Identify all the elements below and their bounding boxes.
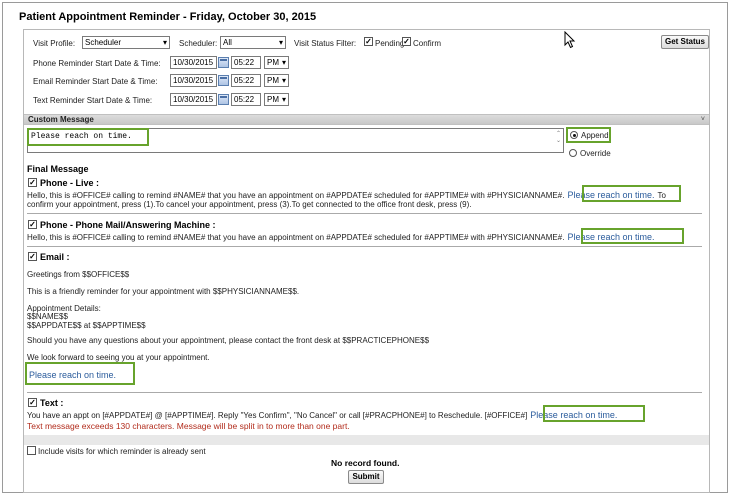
mouse-cursor-icon: [564, 31, 576, 49]
email-ampm-value: PM: [267, 76, 279, 85]
email-checkbox[interactable]: ✓: [28, 252, 37, 261]
pending-checkbox[interactable]: ✓: [364, 37, 373, 46]
phone-mail-label: Phone - Phone Mail/Answering Machine :: [40, 220, 216, 230]
email-reminder: This is a friendly reminder for your app…: [27, 287, 300, 296]
text-message-text: You have an appt on [#APPDATE#] @ [#APPT…: [27, 411, 528, 420]
phone-ampm-value: PM: [267, 58, 279, 67]
override-radio[interactable]: [569, 149, 577, 157]
scheduler-label: Scheduler:: [179, 39, 218, 48]
scheduler-select[interactable]: All ▾: [220, 36, 286, 49]
append-radio[interactable]: [570, 131, 578, 139]
email-label: Email :: [40, 252, 70, 262]
divider: [27, 246, 702, 247]
divider: [27, 213, 702, 214]
no-record-message: No record found.: [331, 458, 400, 468]
get-status-button[interactable]: Get Status: [661, 35, 709, 49]
include-sent-label: Include visits for which reminder is alr…: [38, 447, 206, 456]
chevron-down-icon: ▾: [278, 38, 283, 47]
textarea-scroll-icon[interactable]: ⌃ ⌄: [556, 131, 561, 145]
phone-live-highlight: [582, 185, 681, 202]
pending-label: Pending: [375, 39, 405, 48]
text-highlight: [543, 405, 645, 422]
phone-live-checkbox[interactable]: ✓: [28, 178, 37, 187]
chevron-down-icon: ▾: [281, 95, 286, 104]
calendar-icon[interactable]: [218, 57, 229, 68]
text-ampm-value: PM: [267, 95, 279, 104]
phone-mail-highlight: [581, 228, 684, 244]
email-highlight: [25, 362, 135, 385]
include-sent-checkbox[interactable]: [27, 446, 36, 455]
text-start-time-input[interactable]: 05:22: [231, 93, 261, 106]
chevron-down-icon: ▾: [162, 38, 167, 47]
chevron-down-icon: ▾: [281, 76, 286, 85]
phone-mail-text: Hello, this is #OFFICE# calling to remin…: [27, 233, 565, 242]
email-start-label: Email Reminder Start Date & Time:: [33, 77, 158, 86]
divider: [27, 392, 702, 393]
email-start-time-input[interactable]: 05:22: [231, 74, 261, 87]
text-warning: Text message exceeds 130 characters. Mes…: [27, 421, 350, 431]
confirm-label: Confirm: [413, 39, 442, 48]
custom-message-highlight: [27, 128, 149, 146]
scheduler-value: All: [223, 38, 232, 47]
reminder-panel: Visit Profile: Scheduler ▾ Scheduler: Al…: [23, 29, 710, 493]
phone-mail-checkbox[interactable]: ✓: [28, 220, 37, 229]
email-ampm-select[interactable]: PM ▾: [264, 74, 289, 87]
email-details-when: $$APPDATE$$ at $$APPTIME$$: [27, 321, 146, 330]
footer-band: [24, 435, 709, 445]
collapse-icon[interactable]: ˅: [701, 115, 705, 125]
phone-start-time-input[interactable]: 05:22: [231, 56, 261, 69]
final-message-title: Final Message: [27, 164, 89, 174]
submit-button[interactable]: Submit: [348, 470, 384, 484]
calendar-icon[interactable]: [218, 94, 229, 105]
phone-mail-line1: Hello, this is #OFFICE# calling to remin…: [27, 232, 657, 243]
override-label: Override: [580, 149, 611, 158]
custom-message-header[interactable]: Custom Message ˅: [24, 114, 709, 125]
phone-ampm-select[interactable]: PM ▾: [264, 56, 289, 69]
reminder-window: Patient Appointment Reminder - Friday, O…: [2, 2, 728, 493]
text-line1: You have an appt on [#APPDATE#] @ [#APPT…: [27, 410, 620, 421]
page-title: Patient Appointment Reminder - Friday, O…: [19, 11, 317, 23]
phone-live-label: Phone - Live :: [40, 178, 100, 188]
chevron-down-icon: ▾: [281, 58, 286, 67]
append-label: Append: [581, 131, 609, 140]
status-filter-label: Visit Status Filter:: [294, 39, 357, 48]
email-start-date-input[interactable]: 10/30/2015: [170, 74, 217, 87]
email-greeting: Greetings from $$OFFICE$$: [27, 270, 130, 279]
text-label: Text :: [40, 398, 64, 408]
visit-profile-select[interactable]: Scheduler ▾: [82, 36, 170, 49]
visit-profile-label: Visit Profile:: [33, 39, 76, 48]
text-ampm-select[interactable]: PM ▾: [264, 93, 289, 106]
confirm-checkbox[interactable]: ✓: [402, 37, 411, 46]
text-start-date-input[interactable]: 10/30/2015: [170, 93, 217, 106]
phone-start-date-input[interactable]: 10/30/2015: [170, 56, 217, 69]
visit-profile-value: Scheduler: [85, 38, 122, 47]
custom-message-title: Custom Message: [28, 115, 94, 124]
text-checkbox[interactable]: ✓: [28, 398, 37, 407]
email-questions: Should you have any questions about your…: [27, 336, 430, 345]
text-start-label: Text Reminder Start Date & Time:: [33, 96, 153, 105]
phone-live-text: Hello, this is #OFFICE# calling to remin…: [27, 191, 565, 200]
phone-live-line2: confirm your appointment, press (1).To c…: [27, 200, 472, 209]
calendar-icon[interactable]: [218, 75, 229, 86]
phone-start-label: Phone Reminder Start Date & Time:: [33, 59, 161, 68]
